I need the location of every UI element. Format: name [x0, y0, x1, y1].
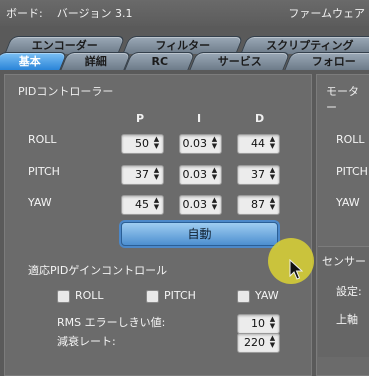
pitch-d-spinbox[interactable]: 37 ▲ ▼	[237, 165, 280, 185]
adaptive-pitch-checkbox[interactable]	[146, 290, 159, 303]
yaw-d-spinbox[interactable]: 87 ▲ ▼	[237, 195, 280, 215]
roll-p-spinbox[interactable]: 50 ▲ ▼	[121, 134, 164, 154]
col-d: D	[255, 112, 265, 125]
adaptive-yaw-checkbox[interactable]	[237, 290, 250, 303]
adaptive-pitch-label: PITCH	[164, 289, 196, 302]
spin-arrows-icon[interactable]: ▲ ▼	[152, 167, 161, 182]
spin-arrows-icon[interactable]: ▲ ▼	[210, 136, 219, 151]
motor-group-title: モーター	[326, 85, 359, 114]
sensor-axis-label: 上軸	[336, 313, 358, 326]
spin-arrows-icon[interactable]: ▲ ▼	[152, 197, 161, 212]
sensor-group-title: センサー	[322, 255, 366, 268]
adaptive-roll-label: ROLL	[75, 289, 104, 302]
rms-threshold-spinbox[interactable]: 10 ▲ ▼	[237, 314, 280, 334]
tab-service[interactable]: サービス	[189, 52, 291, 70]
spin-arrows-icon[interactable]: ▲ ▼	[268, 316, 277, 331]
pid-group-title: PIDコントローラー	[18, 85, 114, 98]
sensor-setting-label: 設定:	[336, 285, 362, 298]
row-label-yaw: YAW	[28, 196, 52, 209]
adaptive-pid-title: 適応PIDゲインコントロール	[28, 264, 168, 277]
adaptive-roll-checkbox[interactable]	[57, 290, 70, 303]
pitch-i-spinbox[interactable]: 0.03 ▲ ▼	[179, 165, 222, 185]
yaw-p-spinbox[interactable]: 45 ▲ ▼	[121, 195, 164, 215]
spin-arrows-icon[interactable]: ▲ ▼	[268, 197, 277, 212]
tab-rc[interactable]: RC	[124, 52, 196, 70]
col-p: P	[136, 112, 145, 125]
version-label: バージョン 3.1	[56, 7, 133, 20]
decay-rate-label: 減衰レート:	[57, 335, 116, 348]
spin-arrows-icon[interactable]: ▲ ▼	[268, 335, 277, 350]
motor-row-roll: ROLL	[336, 133, 365, 146]
row-label-roll: ROLL	[28, 133, 57, 146]
mouse-cursor-icon	[289, 259, 303, 280]
board-label: ボード: バージョン 3.1	[6, 7, 133, 20]
decay-rate-spinbox[interactable]: 220 ▲ ▼	[237, 333, 280, 353]
spin-arrows-icon[interactable]: ▲ ▼	[210, 197, 219, 212]
spin-arrows-icon[interactable]: ▲ ▼	[268, 136, 277, 151]
spin-arrows-icon[interactable]: ▲ ▼	[268, 167, 277, 182]
pitch-p-spinbox[interactable]: 37 ▲ ▼	[121, 165, 164, 185]
tab-basic[interactable]: 基本	[0, 52, 68, 70]
auto-tune-button[interactable]: 自動	[121, 222, 278, 246]
title-bar: ボード: バージョン 3.1 ファームウェア	[0, 0, 369, 26]
rms-threshold-label: RMS エラーしきい値:	[57, 316, 166, 329]
spin-arrows-icon[interactable]: ▲ ▼	[210, 167, 219, 182]
col-i: I	[197, 112, 202, 125]
spin-arrows-icon[interactable]: ▲ ▼	[152, 136, 161, 151]
row-label-pitch: PITCH	[28, 165, 60, 178]
motor-row-yaw: YAW	[336, 196, 360, 209]
roll-d-spinbox[interactable]: 44 ▲ ▼	[237, 134, 280, 154]
adaptive-yaw-label: YAW	[255, 289, 279, 302]
tab-row-front: 基本 詳細 RC サービス フォロー	[0, 52, 369, 72]
tab-advanced[interactable]: 詳細	[60, 52, 132, 70]
tab-follow[interactable]: フォロー	[284, 52, 369, 70]
roll-i-spinbox[interactable]: 0.03 ▲ ▼	[179, 134, 222, 154]
firmware-label: ファームウェア	[288, 7, 365, 20]
motor-row-pitch: PITCH	[336, 165, 368, 178]
yaw-i-spinbox[interactable]: 0.03 ▲ ▼	[179, 195, 222, 215]
